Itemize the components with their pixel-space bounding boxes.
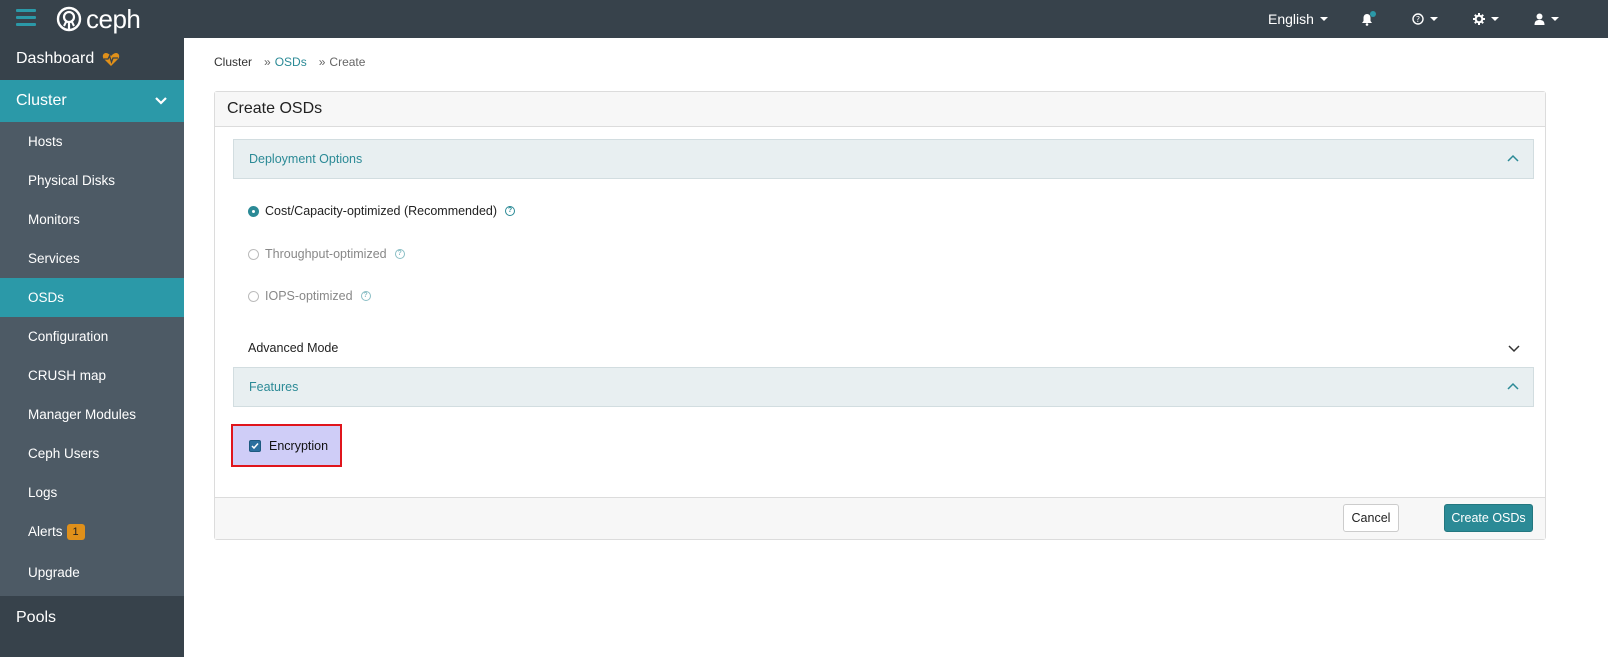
sidebar-item-label: Manager Modules [28, 407, 137, 422]
notification-dot [1370, 10, 1376, 17]
create-osds-button[interactable]: Create OSDs [1444, 504, 1533, 532]
option-iops[interactable]: IOPS-optimized ? [248, 289, 371, 303]
encryption-option[interactable]: Encryption [231, 424, 342, 467]
sidebar-item-label: Configuration [28, 329, 109, 344]
heartbeat-icon [103, 52, 120, 66]
sidebar-item-label: Physical Disks [28, 173, 116, 188]
sidebar-item-monitors[interactable]: Monitors [0, 200, 184, 239]
user-dropdown[interactable] [1534, 0, 1559, 38]
gear-icon [1473, 13, 1485, 25]
sidebar-item-manager-modules[interactable]: Manager Modules [0, 395, 184, 434]
breadcrumb-separator-icon: » [264, 55, 271, 69]
card-title: Create OSDs [215, 92, 1545, 127]
encryption-checkbox[interactable] [249, 439, 261, 452]
sidebar-item-hosts[interactable]: Hosts [0, 122, 184, 161]
chevron-down-icon [1508, 345, 1520, 353]
sidebar-item-label: Ceph Users [28, 446, 100, 461]
sidebar-item-alerts[interactable]: Alerts 1 [0, 512, 184, 551]
checkmark-icon [251, 442, 259, 449]
chevron-up-icon [1507, 154, 1519, 162]
svg-text:?: ? [1416, 15, 1420, 24]
caret-down-icon [1491, 17, 1499, 21]
sidebar-item-label: Upgrade [28, 565, 80, 580]
radio-unselected[interactable] [248, 248, 259, 260]
sidebar-item-label: Alerts [28, 524, 63, 539]
language-label: English [1268, 11, 1314, 27]
help-circle-icon[interactable]: ? [394, 249, 405, 259]
breadcrumb-current: Create [329, 55, 366, 69]
sidebar-item-logs[interactable]: Logs [0, 473, 184, 512]
card-footer: Cancel Create OSDs [215, 497, 1545, 539]
sidebar-item-label: OSDs [28, 290, 65, 305]
sidebar-item-label: Services [28, 251, 80, 266]
breadcrumb: Cluster » OSDs » Create [214, 55, 365, 69]
sidebar-item-dashboard[interactable]: Dashboard [0, 38, 184, 80]
encryption-label: Encryption [269, 438, 329, 453]
help-dropdown[interactable]: ? [1412, 0, 1438, 38]
sidebar-item-crush-map[interactable]: CRUSH map [0, 356, 184, 395]
breadcrumb-osds-link[interactable]: OSDs [275, 55, 307, 69]
advanced-mode-toggle[interactable]: Advanced Mode [233, 330, 1534, 366]
features-header[interactable]: Features [233, 367, 1534, 407]
top-navbar: ceph English ? [0, 0, 1608, 38]
sidebar-item-label: Logs [28, 485, 58, 500]
bell-icon [1361, 10, 1376, 26]
caret-down-icon [1551, 17, 1559, 21]
option-cost-capacity[interactable]: Cost/Capacity-optimized (Recommended) ? [248, 204, 516, 218]
hamburger-menu-icon[interactable] [16, 9, 36, 27]
sidebar-item-label: CRUSH map [28, 368, 107, 383]
sidebar-item-label: Monitors [28, 212, 80, 227]
radio-unselected[interactable] [248, 290, 259, 302]
alerts-count-badge: 1 [66, 523, 85, 540]
chevron-down-icon [155, 97, 167, 105]
sidebar-item-label: Pools [16, 609, 57, 626]
sidebar-item-label: Dashboard [16, 50, 95, 67]
breadcrumb-separator-icon: » [318, 55, 326, 69]
breadcrumb-root: Cluster [214, 55, 253, 69]
option-label: Throughput-optimized [265, 247, 387, 261]
sidebar-item-upgrade[interactable]: Upgrade [0, 551, 184, 594]
features-title: Features [249, 380, 299, 394]
cancel-button[interactable]: Cancel [1343, 504, 1399, 532]
sidebar-item-services[interactable]: Services [0, 239, 184, 278]
option-label: IOPS-optimized [265, 289, 353, 303]
sidebar-item-label: Hosts [28, 134, 63, 149]
create-osds-card: Create OSDs Deployment Options Cost/Capa… [214, 91, 1546, 540]
user-icon [1534, 13, 1545, 25]
sidebar-item-pools[interactable]: Pools [0, 596, 184, 640]
sidebar-item-configuration[interactable]: Configuration [0, 317, 184, 356]
notifications-button[interactable] [1361, 0, 1376, 38]
radio-selected[interactable] [248, 205, 259, 217]
sidebar-item-label: Cluster [16, 92, 67, 109]
help-circle-icon[interactable]: ? [360, 291, 371, 301]
sidebar-item-cluster[interactable]: Cluster [0, 80, 184, 122]
deployment-options-header[interactable]: Deployment Options [233, 139, 1534, 179]
sidebar-item-ceph-users[interactable]: Ceph Users [0, 434, 184, 473]
sidebar-item-physical-disks[interactable]: Physical Disks [0, 161, 184, 200]
language-dropdown[interactable]: English [1268, 0, 1328, 38]
sidebar: Dashboard Cluster Hosts Physical Disks M… [0, 38, 184, 657]
help-icon: ? [1412, 13, 1424, 25]
ceph-logo-icon [56, 6, 82, 32]
caret-down-icon [1319, 17, 1328, 21]
cluster-submenu: Hosts Physical Disks Monitors Services O… [0, 122, 184, 596]
option-throughput[interactable]: Throughput-optimized ? [248, 247, 405, 261]
sidebar-item-osds[interactable]: OSDs [0, 278, 184, 317]
settings-dropdown[interactable] [1473, 0, 1499, 38]
brand-name: ceph [86, 3, 141, 34]
caret-down-icon [1430, 17, 1438, 21]
deployment-options-title: Deployment Options [249, 152, 363, 166]
ceph-logo[interactable]: ceph [56, 3, 141, 34]
advanced-mode-label: Advanced Mode [248, 341, 339, 355]
chevron-up-icon [1507, 382, 1519, 390]
help-circle-icon[interactable]: ? [505, 206, 516, 216]
option-label: Cost/Capacity-optimized (Recommended) [265, 204, 498, 218]
